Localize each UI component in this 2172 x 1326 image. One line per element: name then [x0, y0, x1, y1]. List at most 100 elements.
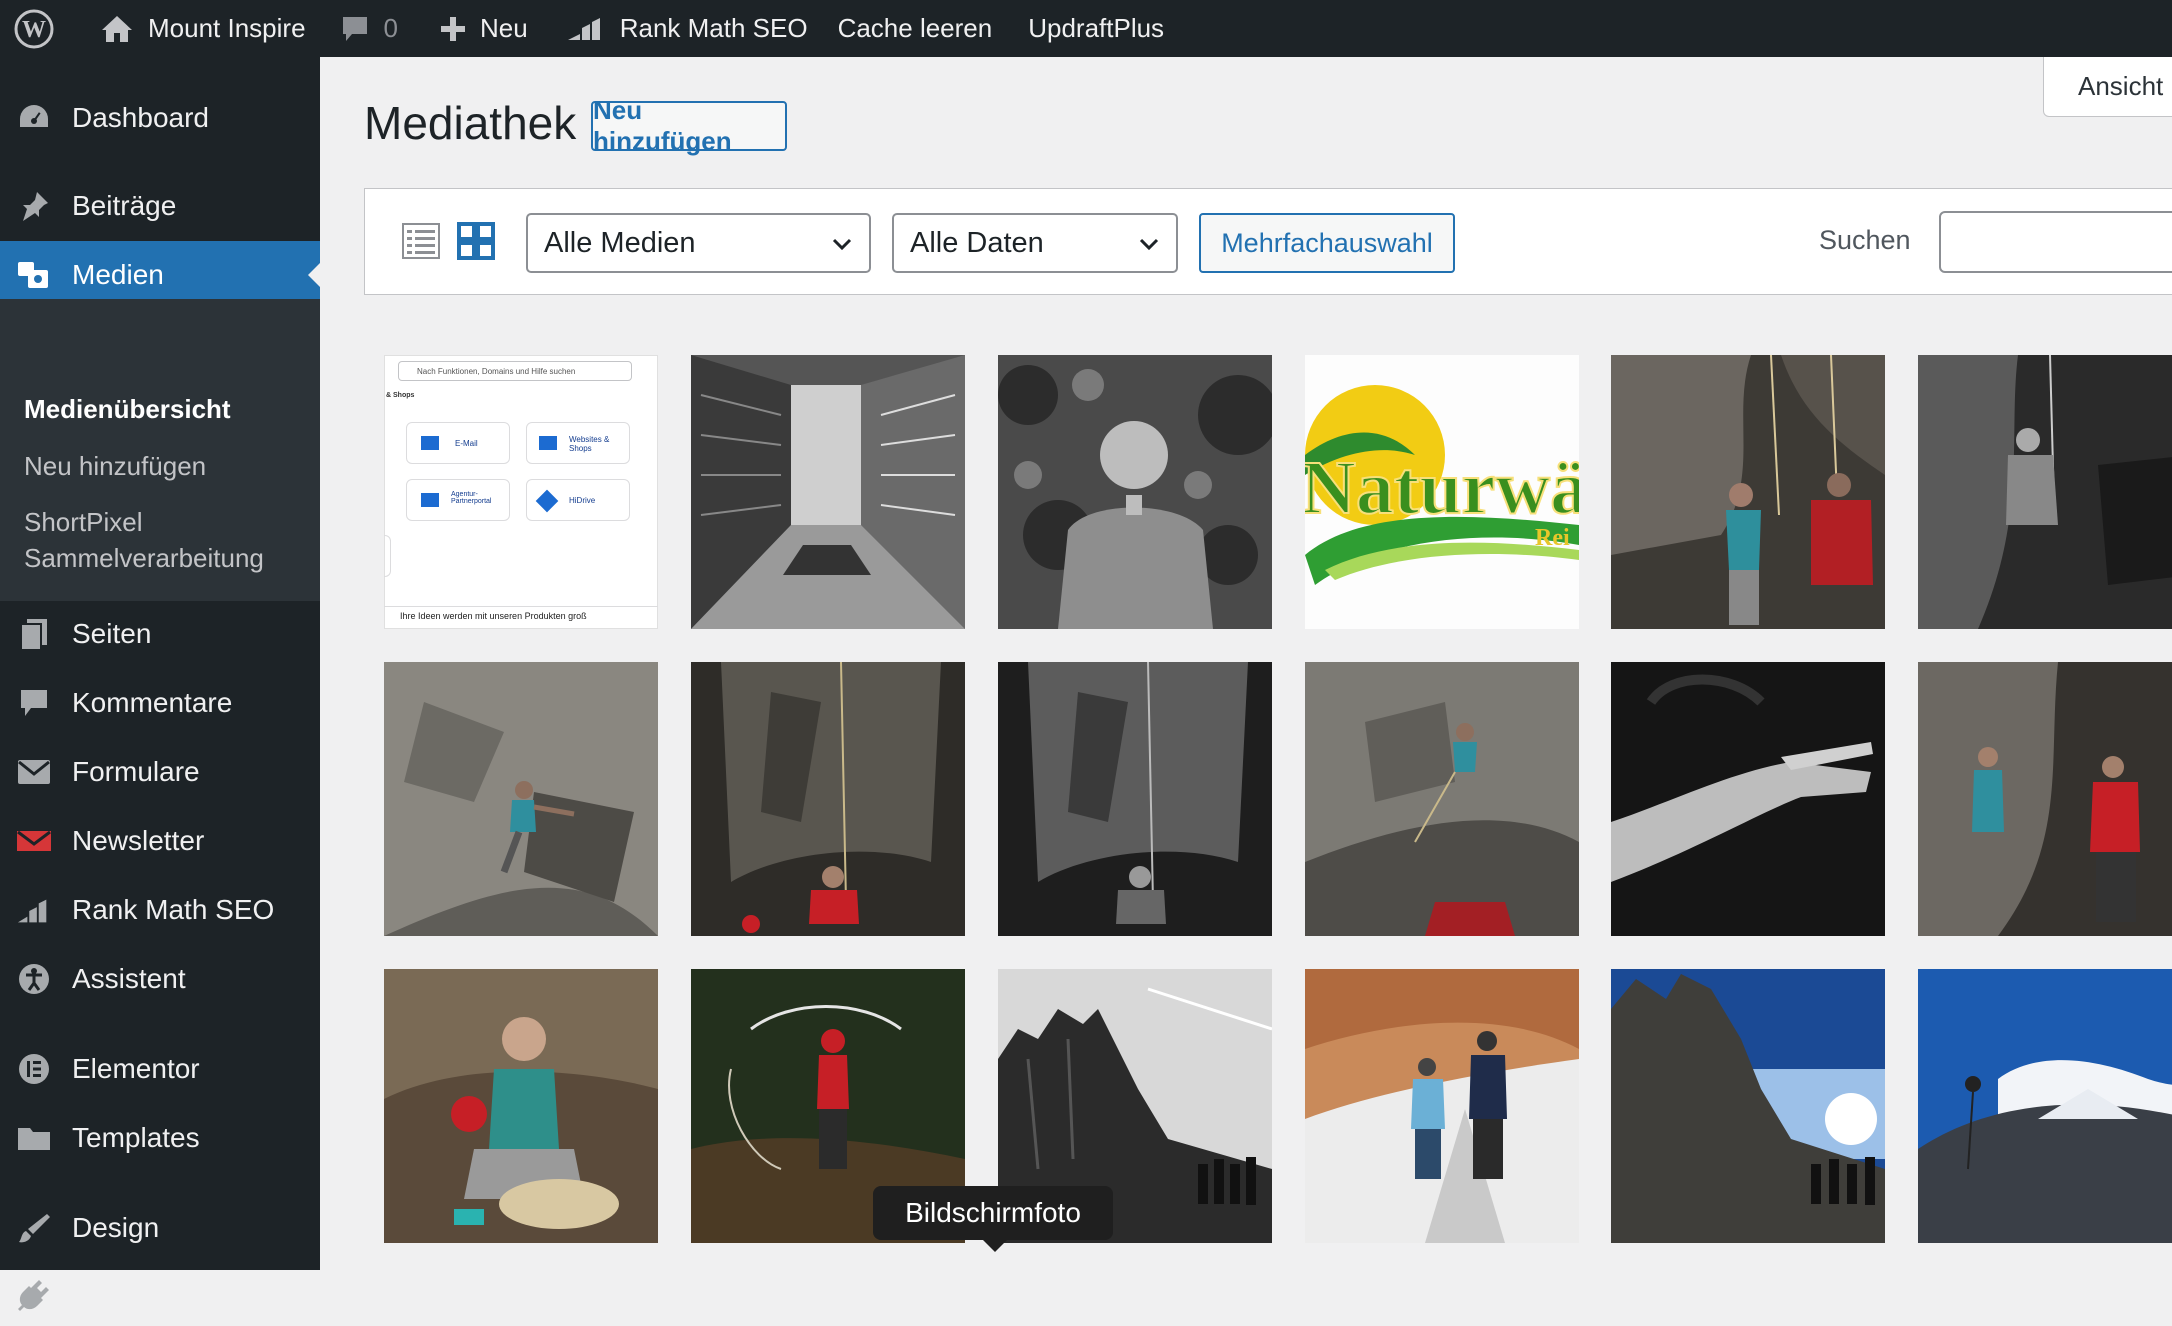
- pin-icon: [16, 188, 52, 224]
- media-item-chalk-hands[interactable]: [1611, 662, 1885, 936]
- chart-icon: [16, 892, 52, 928]
- menu-label: Kommentare: [72, 687, 233, 718]
- plus-icon: [441, 16, 465, 41]
- brush-icon: [16, 1210, 52, 1246]
- climber-rope-image: [384, 969, 658, 1243]
- thumb-card-label: Websites & Shops: [569, 435, 610, 453]
- submenu-add-new[interactable]: Neu hinzufügen: [24, 448, 206, 484]
- newsletter-icon: [16, 823, 52, 859]
- thumb-card: HiDrive: [526, 479, 630, 521]
- thumb-search-placeholder: Nach Funktionen, Domains und Hilfe suche…: [417, 367, 576, 376]
- menu-label: Medien: [72, 259, 164, 290]
- list-view-button[interactable]: [399, 219, 443, 263]
- media-item-mountain-vista[interactable]: [1918, 969, 2172, 1243]
- media-item-climbers-talking[interactable]: [1918, 662, 2172, 936]
- media-submenu: Medienübersicht Neu hinzufügen ShortPixe…: [0, 299, 320, 601]
- menu-label: Formulare: [72, 756, 200, 787]
- menu-forms[interactable]: Formulare: [0, 741, 320, 803]
- folder-icon: [16, 1120, 52, 1156]
- grid-view-button[interactable]: [454, 219, 498, 263]
- menu-elementor[interactable]: Elementor: [0, 1038, 320, 1100]
- menu-label: Seiten: [72, 618, 152, 649]
- media-item-logo[interactable]: Naturwär Rei: [1305, 355, 1579, 629]
- media-item-portrait-man[interactable]: [998, 355, 1272, 629]
- clear-cache-link[interactable]: Cache leeren: [824, 0, 1009, 57]
- media-item-climbers-cave[interactable]: [1611, 355, 1885, 629]
- logo-text: Naturwär: [1305, 446, 1579, 530]
- menu-rank-math[interactable]: Rank Math SEO: [0, 879, 320, 941]
- menu-label: Beiträge: [72, 190, 177, 221]
- updraftplus-link[interactable]: UpdraftPlus: [1008, 0, 1180, 57]
- menu-label: Dashboard: [72, 102, 209, 133]
- menu-label: Assistent: [72, 963, 186, 994]
- comment-icon: [16, 685, 52, 721]
- submenu-shortpixel[interactable]: ShortPixel: [24, 504, 143, 540]
- menu-pages[interactable]: Seiten: [0, 603, 320, 665]
- mail-icon: [16, 754, 52, 790]
- thumb-card: E-Mail: [406, 422, 510, 464]
- dashboard-icon: [16, 100, 52, 136]
- thumb-card-label: Agentur-Partnerportal: [451, 491, 492, 505]
- menu-templates[interactable]: Templates: [0, 1107, 320, 1169]
- media-item-website-screenshot[interactable]: Nach Funktionen, Domains und Hilfe suche…: [384, 355, 658, 629]
- media-item-server-room[interactable]: [691, 355, 965, 629]
- search-label: Suchen: [1819, 225, 1911, 255]
- chalk-hands-image: [1611, 662, 1885, 936]
- new-content-menu[interactable]: Neu: [414, 0, 544, 57]
- menu-comments[interactable]: Kommentare: [0, 672, 320, 734]
- climbers-talking-image: [1918, 662, 2172, 936]
- menu-design[interactable]: Design: [0, 1197, 320, 1259]
- comments-link[interactable]: 0: [322, 0, 414, 57]
- media-item-climbing-rock-1[interactable]: [384, 662, 658, 936]
- add-new-media-button[interactable]: Neu hinzufügen: [591, 95, 787, 156]
- menu-label: Rank Math SEO: [72, 894, 275, 925]
- comment-bubble-icon: [342, 16, 367, 41]
- thumb-footer-text: Ihre Ideen werden mit unseren Produkten …: [400, 611, 587, 621]
- svg-text:W: W: [22, 17, 46, 43]
- dolomites-color-image: [1611, 969, 1885, 1243]
- media-item-dolomites-color[interactable]: [1611, 969, 1885, 1243]
- screen-options-button[interactable]: Ansicht: [2043, 57, 2172, 117]
- menu-dashboard[interactable]: Dashboard: [0, 87, 320, 149]
- media-item-climbing-rock-2[interactable]: [1305, 662, 1579, 936]
- climber-sitting-image: [691, 662, 965, 936]
- comment-count: 0: [383, 13, 398, 43]
- plug-icon: [16, 1277, 52, 1313]
- server-room-image: [691, 355, 965, 629]
- media-item-snow-hikers[interactable]: [1305, 969, 1579, 1243]
- media-item-climber-sitting-bw[interactable]: [998, 662, 1272, 936]
- media-type-filter[interactable]: Alle Medien: [526, 213, 871, 273]
- rank-math-menu[interactable]: Rank Math SEO: [544, 0, 824, 57]
- menu-newsletter[interactable]: Newsletter: [0, 810, 320, 872]
- site-name-link[interactable]: Mount Inspire: [70, 0, 322, 57]
- menu-assistant[interactable]: Assistent: [0, 948, 320, 1010]
- portrait-image: [998, 355, 1272, 629]
- submenu-bulk-processing[interactable]: Sammelverarbeitung: [24, 540, 264, 576]
- file-tooltip: Bildschirmfoto: [873, 1186, 1113, 1252]
- climbing-image: [1611, 355, 1885, 629]
- menu-label: Newsletter: [72, 825, 205, 856]
- thumb-card: Websites & Shops: [526, 422, 630, 464]
- menu-label: Elementor: [72, 1053, 200, 1084]
- submenu-library[interactable]: Medienübersicht: [24, 391, 231, 427]
- bulk-select-button[interactable]: Mehrfachauswahl: [1199, 213, 1455, 273]
- thumb-card-edge: [384, 535, 391, 577]
- mountain-vista-image: [1918, 969, 2172, 1243]
- climber-sitting-bw-image: [998, 662, 1272, 936]
- media-item-climber-bw[interactable]: [1918, 355, 2172, 629]
- menu-plugins[interactable]: Plugins: [0, 1264, 320, 1326]
- media-item-climber-sitting[interactable]: [691, 662, 965, 936]
- thumb-card-label: E-Mail: [455, 439, 478, 448]
- media-type-value: Alle Medien: [544, 226, 696, 259]
- thumb-divider: [384, 606, 658, 607]
- accessibility-icon: [16, 961, 52, 997]
- wordpress-logo-button[interactable]: W: [0, 0, 70, 57]
- date-filter[interactable]: Alle Daten: [892, 213, 1178, 273]
- rock-climbing-image-2: [1305, 662, 1579, 936]
- search-input[interactable]: [1939, 211, 2172, 273]
- thumb-card-label: HiDrive: [569, 496, 596, 505]
- menu-posts[interactable]: Beiträge: [0, 175, 320, 237]
- media-item-climber-with-rope[interactable]: [384, 969, 658, 1243]
- admin-sidebar: Dashboard Beiträge Medien Medienübersich…: [0, 57, 320, 1311]
- rank-math-icon: [567, 17, 600, 40]
